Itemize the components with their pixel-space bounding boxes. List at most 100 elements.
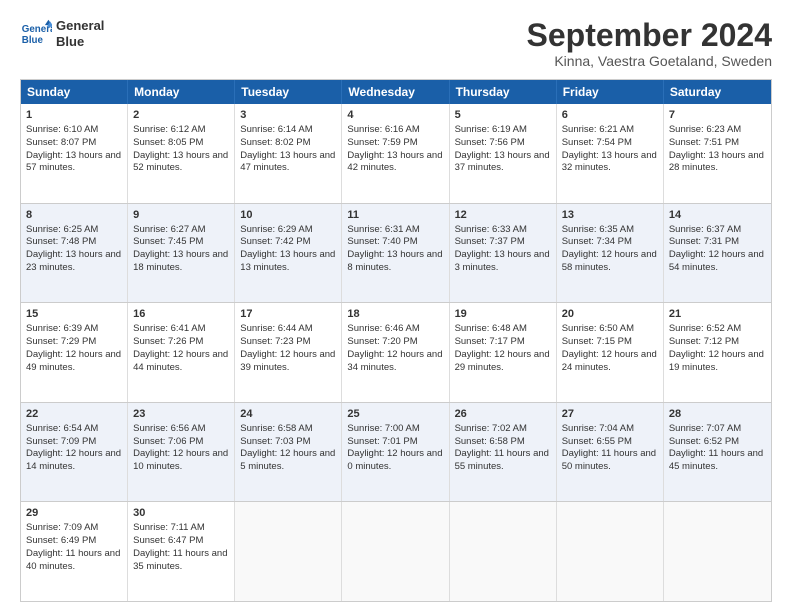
daylight-text: Daylight: 12 hours and 44 minutes. — [133, 349, 229, 375]
logo-text-line2: Blue — [56, 34, 104, 50]
day-number: 18 — [347, 307, 443, 322]
calendar-cell: 13Sunrise: 6:35 AMSunset: 7:34 PMDayligh… — [557, 204, 664, 303]
day-number: 4 — [347, 108, 443, 123]
day-number: 26 — [455, 407, 551, 422]
sunset-text: Sunset: 7:09 PM — [26, 436, 122, 449]
calendar: Sunday Monday Tuesday Wednesday Thursday… — [20, 79, 772, 602]
daylight-text: Daylight: 13 hours and 52 minutes. — [133, 150, 229, 176]
sunset-text: Sunset: 7:40 PM — [347, 236, 443, 249]
daylight-text: Daylight: 13 hours and 37 minutes. — [455, 150, 551, 176]
calendar-cell: 3Sunrise: 6:14 AMSunset: 8:02 PMDaylight… — [235, 104, 342, 203]
day-number: 27 — [562, 407, 658, 422]
calendar-cell: 9Sunrise: 6:27 AMSunset: 7:45 PMDaylight… — [128, 204, 235, 303]
day-number: 14 — [669, 208, 766, 223]
day-number: 13 — [562, 208, 658, 223]
calendar-cell: 4Sunrise: 6:16 AMSunset: 7:59 PMDaylight… — [342, 104, 449, 203]
sunrise-text: Sunrise: 6:56 AM — [133, 423, 229, 436]
calendar-cell: 19Sunrise: 6:48 AMSunset: 7:17 PMDayligh… — [450, 303, 557, 402]
daylight-text: Daylight: 11 hours and 35 minutes. — [133, 548, 229, 574]
sunrise-text: Sunrise: 6:14 AM — [240, 124, 336, 137]
calendar-cell: 21Sunrise: 6:52 AMSunset: 7:12 PMDayligh… — [664, 303, 771, 402]
logo-text-line1: General — [56, 18, 104, 34]
sunset-text: Sunset: 7:54 PM — [562, 137, 658, 150]
daylight-text: Daylight: 12 hours and 39 minutes. — [240, 349, 336, 375]
daylight-text: Daylight: 12 hours and 24 minutes. — [562, 349, 658, 375]
sunset-text: Sunset: 7:17 PM — [455, 336, 551, 349]
header-wednesday: Wednesday — [342, 80, 449, 104]
daylight-text: Daylight: 13 hours and 13 minutes. — [240, 249, 336, 275]
daylight-text: Daylight: 13 hours and 32 minutes. — [562, 150, 658, 176]
sunrise-text: Sunrise: 7:07 AM — [669, 423, 766, 436]
day-number: 19 — [455, 307, 551, 322]
calendar-cell: 26Sunrise: 7:02 AMSunset: 6:58 PMDayligh… — [450, 403, 557, 502]
svg-text:Blue: Blue — [22, 35, 44, 46]
header-friday: Friday — [557, 80, 664, 104]
calendar-cell — [450, 502, 557, 601]
calendar-cell: 11Sunrise: 6:31 AMSunset: 7:40 PMDayligh… — [342, 204, 449, 303]
day-number: 6 — [562, 108, 658, 123]
daylight-text: Daylight: 12 hours and 54 minutes. — [669, 249, 766, 275]
daylight-text: Daylight: 12 hours and 5 minutes. — [240, 448, 336, 474]
sunset-text: Sunset: 7:31 PM — [669, 236, 766, 249]
calendar-cell — [557, 502, 664, 601]
day-number: 28 — [669, 407, 766, 422]
day-number: 23 — [133, 407, 229, 422]
sunrise-text: Sunrise: 7:00 AM — [347, 423, 443, 436]
sunrise-text: Sunrise: 6:46 AM — [347, 323, 443, 336]
header-saturday: Saturday — [664, 80, 771, 104]
sunrise-text: Sunrise: 6:31 AM — [347, 224, 443, 237]
day-number: 11 — [347, 208, 443, 223]
sunset-text: Sunset: 7:06 PM — [133, 436, 229, 449]
day-number: 30 — [133, 506, 229, 521]
day-number: 1 — [26, 108, 122, 123]
sunrise-text: Sunrise: 6:33 AM — [455, 224, 551, 237]
sunrise-text: Sunrise: 6:12 AM — [133, 124, 229, 137]
sunset-text: Sunset: 7:48 PM — [26, 236, 122, 249]
day-number: 7 — [669, 108, 766, 123]
day-number: 10 — [240, 208, 336, 223]
subtitle: Kinna, Vaestra Goetaland, Sweden — [527, 53, 772, 69]
calendar-cell: 1Sunrise: 6:10 AMSunset: 8:07 PMDaylight… — [21, 104, 128, 203]
header-thursday: Thursday — [450, 80, 557, 104]
sunrise-text: Sunrise: 6:54 AM — [26, 423, 122, 436]
calendar-cell: 28Sunrise: 7:07 AMSunset: 6:52 PMDayligh… — [664, 403, 771, 502]
sunrise-text: Sunrise: 7:11 AM — [133, 522, 229, 535]
calendar-cell: 30Sunrise: 7:11 AMSunset: 6:47 PMDayligh… — [128, 502, 235, 601]
day-number: 29 — [26, 506, 122, 521]
day-number: 3 — [240, 108, 336, 123]
day-number: 24 — [240, 407, 336, 422]
day-number: 9 — [133, 208, 229, 223]
calendar-cell — [235, 502, 342, 601]
header: General Blue General Blue September 2024… — [20, 18, 772, 69]
sunset-text: Sunset: 7:34 PM — [562, 236, 658, 249]
daylight-text: Daylight: 12 hours and 19 minutes. — [669, 349, 766, 375]
header-tuesday: Tuesday — [235, 80, 342, 104]
daylight-text: Daylight: 12 hours and 10 minutes. — [133, 448, 229, 474]
calendar-row: 1Sunrise: 6:10 AMSunset: 8:07 PMDaylight… — [21, 104, 771, 203]
sunset-text: Sunset: 7:23 PM — [240, 336, 336, 349]
daylight-text: Daylight: 11 hours and 50 minutes. — [562, 448, 658, 474]
daylight-text: Daylight: 11 hours and 55 minutes. — [455, 448, 551, 474]
sunset-text: Sunset: 6:47 PM — [133, 535, 229, 548]
sunrise-text: Sunrise: 6:52 AM — [669, 323, 766, 336]
day-number: 16 — [133, 307, 229, 322]
sunrise-text: Sunrise: 7:02 AM — [455, 423, 551, 436]
sunset-text: Sunset: 8:02 PM — [240, 137, 336, 150]
page: General Blue General Blue September 2024… — [0, 0, 792, 612]
calendar-row: 29Sunrise: 7:09 AMSunset: 6:49 PMDayligh… — [21, 501, 771, 601]
sunset-text: Sunset: 7:56 PM — [455, 137, 551, 150]
daylight-text: Daylight: 13 hours and 28 minutes. — [669, 150, 766, 176]
day-number: 22 — [26, 407, 122, 422]
sunrise-text: Sunrise: 6:35 AM — [562, 224, 658, 237]
sunrise-text: Sunrise: 6:41 AM — [133, 323, 229, 336]
sunset-text: Sunset: 7:37 PM — [455, 236, 551, 249]
daylight-text: Daylight: 12 hours and 34 minutes. — [347, 349, 443, 375]
sunset-text: Sunset: 7:20 PM — [347, 336, 443, 349]
day-number: 15 — [26, 307, 122, 322]
sunset-text: Sunset: 8:07 PM — [26, 137, 122, 150]
sunset-text: Sunset: 7:12 PM — [669, 336, 766, 349]
sunrise-text: Sunrise: 6:21 AM — [562, 124, 658, 137]
sunrise-text: Sunrise: 6:29 AM — [240, 224, 336, 237]
day-number: 5 — [455, 108, 551, 123]
sunrise-text: Sunrise: 6:50 AM — [562, 323, 658, 336]
